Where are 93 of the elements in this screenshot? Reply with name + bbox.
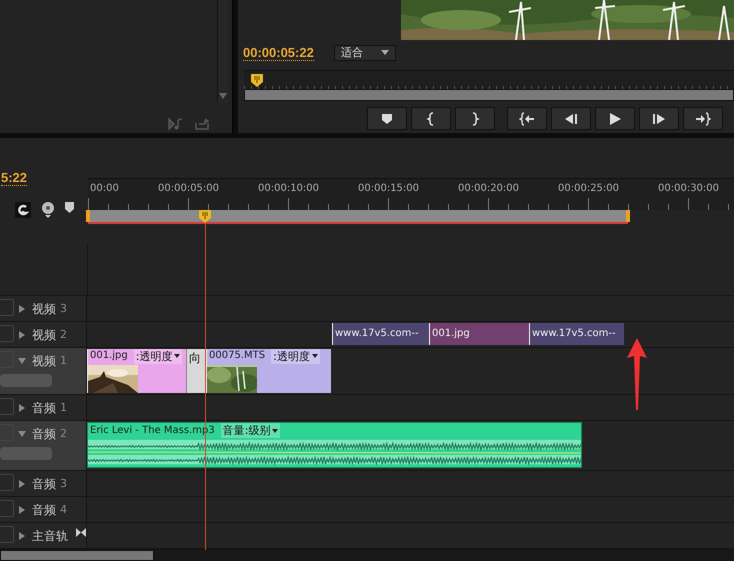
marker-button[interactable] bbox=[367, 107, 407, 130]
toggle-box[interactable] bbox=[0, 398, 14, 415]
ruler-label: 00:00:25:00 bbox=[558, 183, 620, 194]
mark-out-button[interactable] bbox=[455, 107, 495, 130]
toggle-box[interactable] bbox=[0, 526, 14, 543]
playhead-line[interactable] bbox=[204, 223, 206, 550]
expand-triangle-icon[interactable] bbox=[18, 404, 26, 412]
dropdown-caret-icon bbox=[174, 354, 180, 358]
playhead-icon[interactable] bbox=[251, 74, 264, 87]
track-name: 音频 bbox=[32, 426, 56, 443]
track-name: 主音轨 bbox=[32, 528, 68, 545]
expand-triangle-icon[interactable] bbox=[18, 480, 26, 488]
expand-triangle-icon[interactable] bbox=[18, 532, 26, 540]
play-icon bbox=[607, 112, 623, 126]
track-name: 音频 bbox=[32, 400, 56, 417]
time-ruler[interactable]: 00:00 00:00:05:00 00:00:10:00 00:00:15:00 00:00:20:00 00:00:25:00 00:00:30:00 bbox=[88, 178, 734, 210]
collapse-triangle-icon[interactable] bbox=[18, 430, 26, 438]
track-number: 1 bbox=[60, 401, 67, 414]
step-forward-icon bbox=[651, 112, 667, 126]
clip-name: 00075.MTS bbox=[209, 349, 266, 363]
clip-name: www.17v5.com-- bbox=[335, 327, 419, 341]
track-name: 音频 bbox=[32, 502, 56, 519]
scrollbar[interactable] bbox=[0, 550, 154, 561]
toggle-box[interactable] bbox=[0, 325, 14, 342]
track-number: 3 bbox=[60, 477, 67, 490]
dropdown-caret-icon bbox=[272, 428, 278, 432]
work-area-handle[interactable] bbox=[86, 210, 90, 222]
video-clip[interactable]: www.17v5.com-- bbox=[529, 323, 624, 345]
transition[interactable]: 向 bbox=[186, 349, 206, 393]
dropdown-caret-icon bbox=[380, 50, 389, 55]
video-clip[interactable]: www.17v5.com-- bbox=[332, 323, 429, 345]
work-area-handle[interactable] bbox=[626, 210, 630, 222]
scroll-down-icon[interactable] bbox=[219, 93, 227, 99]
step-forward-button[interactable] bbox=[639, 107, 679, 130]
video-clip[interactable]: 00075.MTS :透明度 bbox=[206, 349, 331, 393]
ruler-label: 00:00:10:00 bbox=[258, 183, 320, 194]
playhead-icon[interactable] bbox=[198, 210, 211, 223]
track-header[interactable]: 音频 3 bbox=[0, 471, 87, 496]
step-back-button[interactable] bbox=[551, 107, 591, 130]
disc-icon[interactable] bbox=[41, 202, 55, 218]
zoom-dropdown[interactable]: 适合 bbox=[334, 44, 396, 60]
ruler-label: 00:00:20:00 bbox=[458, 183, 520, 194]
effect-dropdown[interactable]: :透明度 bbox=[134, 349, 182, 364]
ruler-label: 00:00:15:00 bbox=[358, 183, 420, 194]
track-name: 视频 bbox=[32, 353, 56, 370]
clip-name: 001.jpg bbox=[90, 349, 128, 363]
go-to-out-button[interactable] bbox=[683, 107, 723, 130]
track-number: 1 bbox=[60, 354, 67, 367]
marker-icon bbox=[379, 112, 395, 126]
effect-dropdown[interactable]: :透明度 bbox=[271, 349, 320, 364]
track-name: 视频 bbox=[32, 301, 56, 318]
mark-in-button[interactable] bbox=[411, 107, 451, 130]
track-number: 4 bbox=[60, 503, 67, 516]
timecode[interactable]: 5:22 bbox=[1, 170, 28, 186]
track-name: 音频 bbox=[32, 476, 56, 493]
track-header[interactable]: 视频 3 bbox=[0, 296, 87, 321]
clip-name: 001.jpg bbox=[432, 327, 470, 341]
expand-triangle-icon[interactable] bbox=[18, 331, 26, 339]
track-header[interactable]: 视频 2 bbox=[0, 322, 87, 347]
track-number: 3 bbox=[60, 302, 67, 315]
go-to-out-icon bbox=[695, 112, 711, 126]
track-name: 视频 bbox=[32, 327, 56, 344]
toggle-box[interactable] bbox=[0, 474, 14, 491]
track-header[interactable]: 视频 1 bbox=[0, 348, 87, 394]
toggle-box[interactable] bbox=[0, 500, 14, 517]
effect-dropdown[interactable]: 音量:级别 bbox=[220, 423, 280, 438]
expand-triangle-icon[interactable] bbox=[18, 305, 26, 313]
marker-icon[interactable] bbox=[65, 202, 74, 213]
snap-icon[interactable] bbox=[15, 202, 31, 218]
track-number: 2 bbox=[60, 328, 67, 341]
go-to-in-icon bbox=[519, 112, 535, 126]
clip-name: www.17v5.com-- bbox=[532, 327, 616, 341]
track-header[interactable]: 音频 4 bbox=[0, 497, 87, 522]
video-clip[interactable]: 001.jpg bbox=[429, 323, 529, 345]
ruler-label: 00:00:30:00 bbox=[658, 183, 720, 194]
go-to-in-button[interactable] bbox=[507, 107, 547, 130]
collapse-triangle-icon[interactable] bbox=[18, 357, 26, 365]
annotation-arrow bbox=[627, 338, 647, 410]
play-button[interactable] bbox=[595, 107, 635, 130]
ruler-label: 00:00:05:00 bbox=[158, 183, 220, 194]
dropdown-caret-icon bbox=[312, 354, 318, 358]
track-header[interactable]: 主音轨 bbox=[0, 523, 87, 548]
bowtie-icon[interactable] bbox=[76, 528, 86, 537]
track-number: 2 bbox=[60, 427, 67, 440]
track-header[interactable]: 音频 2 bbox=[0, 421, 87, 470]
toggle-box[interactable] bbox=[0, 299, 14, 316]
scrollbar[interactable] bbox=[244, 89, 734, 101]
expand-triangle-icon[interactable] bbox=[18, 506, 26, 514]
step-back-icon bbox=[563, 112, 579, 126]
ruler-label: 00:00 bbox=[90, 183, 119, 194]
track-header[interactable]: 音频 1 bbox=[0, 395, 87, 420]
video-clip[interactable]: 001.jpg :透明度 bbox=[87, 349, 186, 393]
timecode[interactable]: 00:00:05:22 bbox=[243, 44, 314, 60]
